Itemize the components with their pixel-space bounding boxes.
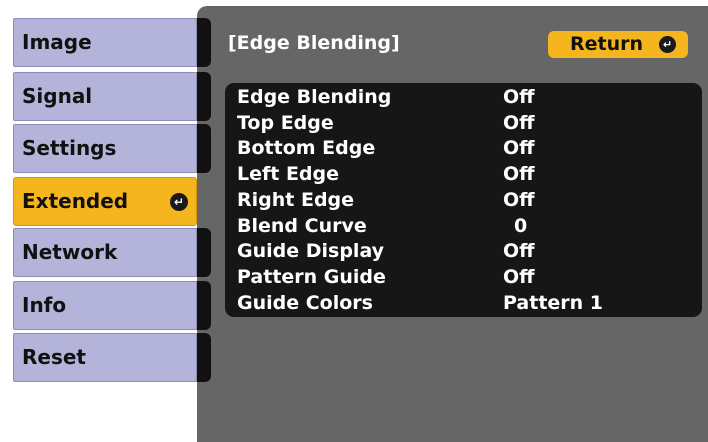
setting-value: Pattern 1 (503, 292, 604, 314)
setting-value: Off (503, 112, 535, 134)
setting-label: Bottom Edge (237, 137, 376, 159)
setting-label: Guide Colors (237, 292, 373, 314)
setting-row-left-edge[interactable]: Left Edge Off (225, 161, 702, 187)
settings-list: Edge Blending Off Top Edge Off Bottom Ed… (225, 83, 702, 317)
tab-shadow (197, 228, 211, 277)
menu-tab-signal[interactable]: Signal (13, 72, 197, 121)
setting-value: Off (503, 240, 535, 262)
menu-tab-label: Extended (22, 189, 129, 213)
tab-shadow (197, 72, 211, 121)
menu-tab-settings[interactable]: Settings (13, 124, 197, 173)
setting-value: Off (503, 137, 535, 159)
setting-label: Blend Curve (237, 215, 367, 237)
menu-tab-reset[interactable]: Reset (13, 333, 197, 382)
setting-row-pattern-guide[interactable]: Pattern Guide Off (225, 264, 702, 290)
setting-label: Guide Display (237, 240, 385, 262)
setting-label: Top Edge (237, 112, 334, 134)
menu-tab-label: Info (22, 293, 67, 317)
setting-value: Off (503, 189, 535, 211)
menu-tab-label: Settings (22, 136, 117, 160)
setting-row-right-edge[interactable]: Right Edge Off (225, 187, 702, 213)
setting-label: Left Edge (237, 163, 340, 185)
menu-tab-image[interactable]: Image (13, 18, 197, 67)
setting-value: Off (503, 266, 535, 288)
return-button-label: Return (570, 33, 644, 55)
menu-tab-extended[interactable]: Extended ↵ (13, 177, 197, 226)
menu-tab-info[interactable]: Info (13, 281, 197, 330)
setting-row-guide-colors[interactable]: Guide Colors Pattern 1 (225, 290, 702, 316)
tab-shadow (197, 333, 211, 382)
tab-shadow (197, 18, 211, 67)
setting-row-blend-curve[interactable]: Blend Curve 0 (225, 213, 702, 239)
enter-icon: ↵ (659, 36, 676, 53)
setting-value: 0 (514, 215, 528, 237)
setting-row-guide-display[interactable]: Guide Display Off (225, 238, 702, 264)
menu-tab-label: Image (22, 30, 92, 54)
setting-row-top-edge[interactable]: Top Edge Off (225, 110, 702, 136)
menu-tab-label: Signal (22, 84, 93, 108)
setting-label: Pattern Guide (237, 266, 386, 288)
panel-title: [Edge Blending] (228, 32, 400, 54)
return-button[interactable]: Return ↵ (548, 31, 688, 58)
menu-tab-network[interactable]: Network (13, 228, 197, 277)
projector-menu-screen: Image Signal Settings Extended ↵ Network… (0, 0, 708, 442)
setting-label: Right Edge (237, 189, 355, 211)
setting-value: Off (503, 163, 535, 185)
setting-row-bottom-edge[interactable]: Bottom Edge Off (225, 135, 702, 161)
setting-row-edge-blending[interactable]: Edge Blending Off (225, 84, 702, 110)
tab-shadow (197, 281, 211, 330)
menu-tab-label: Network (22, 240, 118, 264)
enter-icon: ↵ (170, 193, 188, 211)
menu-tab-label: Reset (22, 345, 86, 369)
setting-value: Off (503, 86, 535, 108)
setting-label: Edge Blending (237, 86, 392, 108)
tab-shadow (197, 124, 211, 173)
